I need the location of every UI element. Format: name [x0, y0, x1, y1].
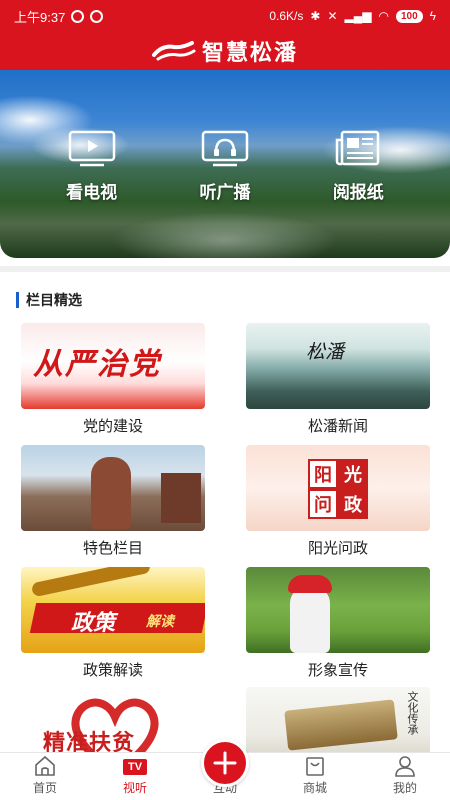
- column-label: 政策解读: [82, 662, 143, 679]
- tab-home[interactable]: 首页: [0, 753, 90, 800]
- status-bar: 上午9:37 0.6K/s ✱ ✕ ▂▄▆ ◠ 100 ϟ: [0, 0, 450, 32]
- notification-icon: [71, 9, 85, 23]
- wifi-icon: ◠: [378, 9, 389, 23]
- sunshine-politics-image: 阳 光 问 政: [246, 445, 430, 531]
- newspaper-icon: [336, 130, 380, 166]
- column-label: 松潘新闻: [307, 418, 368, 435]
- sunshine-politics-seal: 阳 光 问 政: [308, 459, 368, 519]
- app-header: 智慧松潘: [0, 32, 450, 70]
- tab-av[interactable]: TV 视听: [90, 753, 180, 800]
- songpan-news-image-text: 松潘: [306, 341, 345, 363]
- home-icon: [35, 755, 55, 776]
- notification-icon-2: [90, 9, 104, 23]
- hat-graphic: [288, 575, 332, 593]
- column-label: 党的建设: [82, 418, 143, 435]
- banner-graphic: [29, 603, 205, 633]
- hero-banner: 看电视 听广播 阅报纸: [0, 70, 450, 258]
- key-graphic: [30, 567, 152, 598]
- app-logo-icon: [151, 41, 196, 61]
- section-divider: [0, 266, 450, 272]
- policy-image-subtext: 解读: [146, 613, 174, 629]
- shop-bag-icon: [306, 757, 324, 776]
- tv-play-icon: [68, 130, 115, 167]
- songpan-news-image: 松潘: [246, 323, 430, 409]
- column-card-party-building[interactable]: 从严治党 党的建设: [21, 323, 205, 436]
- plus-icon: [213, 751, 237, 775]
- tv-badge-icon: TV: [122, 759, 148, 775]
- section-accent-bar: [16, 292, 19, 308]
- statue-graphic: [91, 457, 131, 529]
- bluetooth-icon: ✱: [310, 9, 321, 23]
- mute-icon: ✕: [327, 9, 338, 23]
- read-newspaper-label: 阅报纸: [332, 183, 384, 202]
- culture-image-text: 文化传承: [406, 691, 419, 735]
- charging-icon: ϟ: [429, 9, 436, 23]
- tab-av-label: 视听: [122, 781, 147, 795]
- tab-mine[interactable]: 我的: [360, 753, 450, 800]
- column-card-policy-interpretation[interactable]: 政策 解读 政策解读: [21, 567, 205, 680]
- policy-interpretation-image: 政策 解读: [21, 567, 205, 653]
- watch-tv-label: 看电视: [66, 183, 118, 202]
- watch-tv-button[interactable]: 看电视: [66, 130, 117, 258]
- seal-char: 光: [338, 459, 368, 489]
- tab-mall-label: 商城: [302, 781, 327, 795]
- party-building-image: 从严治党: [21, 323, 205, 409]
- seal-char: 政: [338, 489, 368, 519]
- bottom-tab-bar: 首页 TV 视听 互动 商城 我的: [0, 739, 450, 800]
- read-newspaper-button[interactable]: 阅报纸: [333, 130, 384, 258]
- net-speed: 0.6K/s: [269, 9, 304, 23]
- tab-mall[interactable]: 商城: [270, 753, 360, 800]
- seal-char: 阳: [308, 459, 338, 489]
- radio-headphones-icon: [201, 130, 249, 167]
- policy-image-text: 政策: [71, 610, 116, 635]
- battery-indicator: 100: [395, 9, 423, 23]
- listen-radio-label: 听广播: [199, 183, 251, 202]
- featured-column-image: [21, 445, 205, 531]
- signal-icon: ▂▄▆: [344, 9, 372, 23]
- image-promotion-image: [246, 567, 430, 653]
- section-title: 栏目精选: [26, 292, 82, 308]
- column-card-sunshine-politics[interactable]: 阳 光 问 政 阳光问政: [246, 445, 430, 558]
- seal-char: 问: [308, 489, 338, 519]
- user-icon: [395, 756, 415, 777]
- party-building-image-text: 从严治党: [33, 347, 161, 382]
- column-label: 特色栏目: [82, 540, 143, 557]
- section-header: 栏目精选: [16, 290, 82, 310]
- column-card-featured[interactable]: 特色栏目: [21, 445, 205, 558]
- gate-graphic: [161, 473, 201, 523]
- listen-radio-button[interactable]: 听广播: [199, 130, 250, 258]
- column-card-songpan-news[interactable]: 松潘 松潘新闻: [246, 323, 430, 436]
- person-graphic: [290, 587, 330, 653]
- tab-home-label: 首页: [32, 781, 57, 795]
- column-card-image-promotion[interactable]: 形象宣传: [246, 567, 430, 680]
- status-time: 上午9:37: [14, 9, 66, 25]
- column-label: 阳光问政: [307, 540, 368, 557]
- app-title: 智慧松潘: [201, 40, 298, 65]
- scroll-graphic: [284, 699, 398, 751]
- interact-plus-button[interactable]: [201, 739, 249, 787]
- tab-interact[interactable]: 互动: [180, 739, 270, 800]
- column-label: 形象宣传: [307, 662, 368, 679]
- tab-mine-label: 我的: [392, 781, 417, 795]
